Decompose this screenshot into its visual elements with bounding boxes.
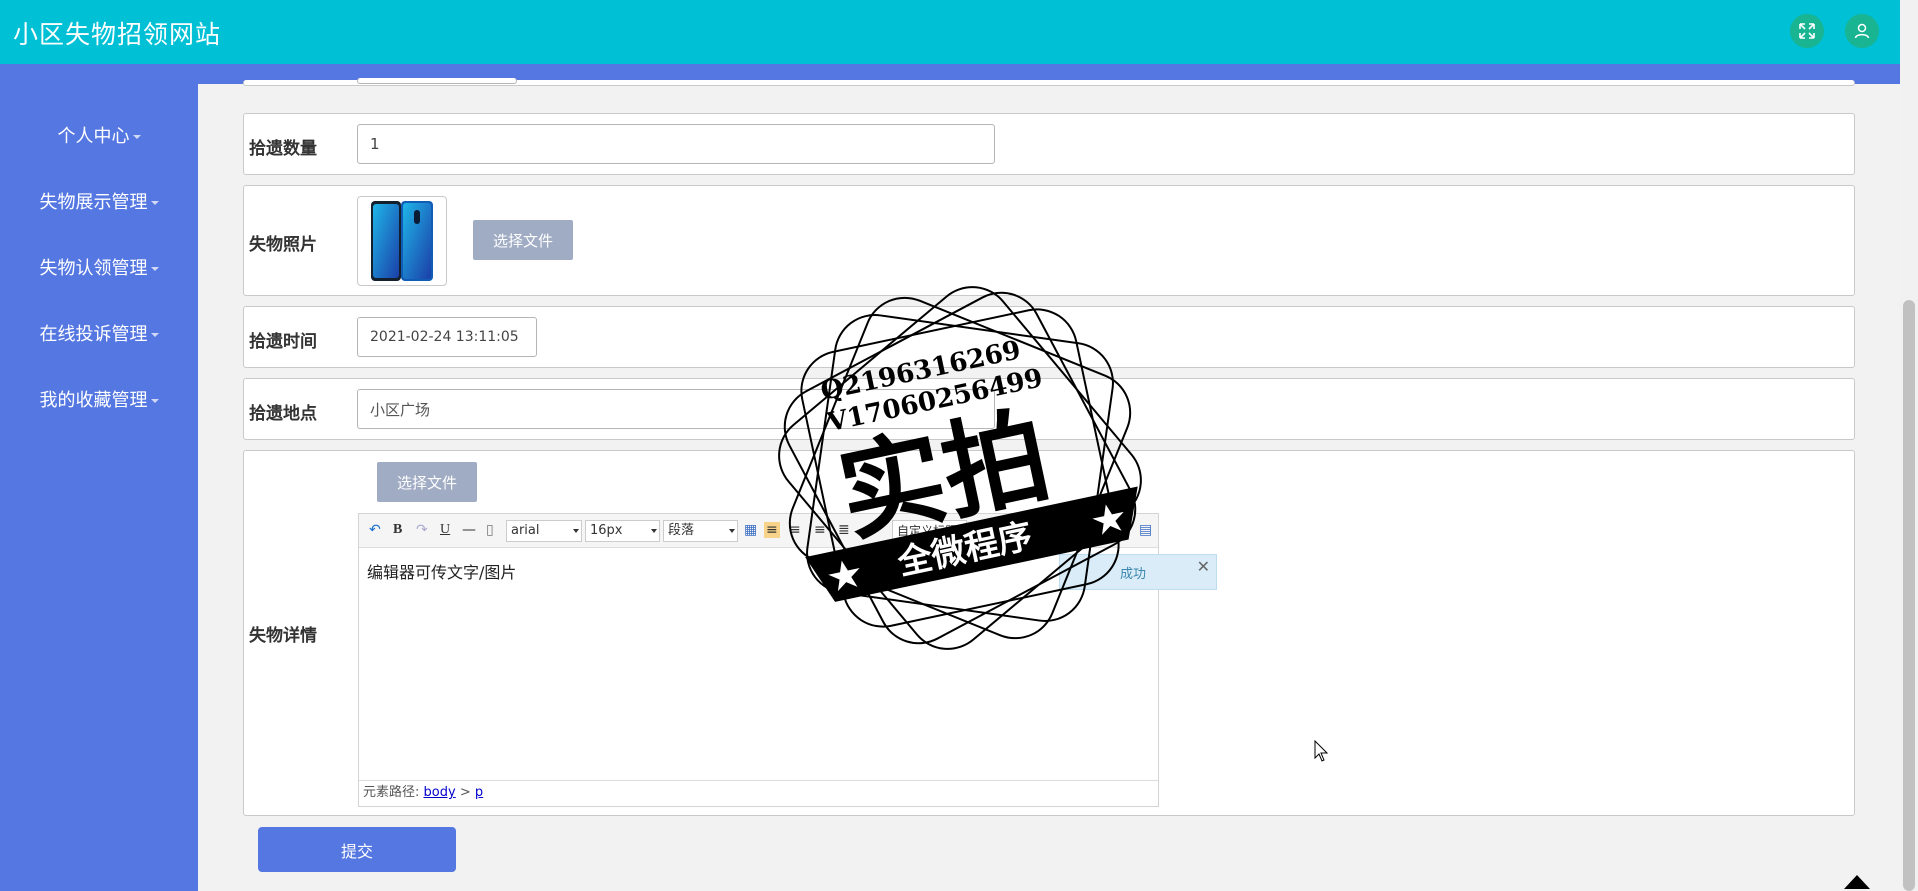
undo-icon[interactable]: ↶: [369, 522, 381, 538]
user-icon: [1854, 23, 1870, 39]
align-center-icon[interactable]: ≡: [789, 522, 801, 538]
bold-icon[interactable]: B: [393, 522, 402, 538]
paragraph-value: 段落: [668, 523, 695, 538]
sidebar-item-label: 我的收藏管理: [39, 390, 148, 411]
form-content: 拾遗数量 1 失物照片 选择文件 拾遗时间 2021-02-24 13:11:0…: [198, 78, 1900, 891]
rich-text-editor[interactable]: ↶ B ↷ U — ▯ arial 16px 段落 ▦ ≡ ≡ ≡ ≣ 自定义标…: [358, 513, 1217, 807]
path-label: 元素路径:: [363, 785, 420, 800]
form-row-clipped: [243, 78, 1855, 86]
font-size-value: 16px: [590, 523, 623, 538]
lost-item-photo[interactable]: [357, 196, 447, 286]
sidebar-item-label: 失物认领管理: [39, 258, 148, 279]
caret-down-icon: [150, 333, 159, 337]
location-value: 小区广场: [370, 400, 431, 419]
fullscreen-button[interactable]: [1790, 14, 1824, 48]
form-row-time: 拾遗时间 2021-02-24 13:11:05: [243, 306, 1855, 368]
sidebar-item-favorites[interactable]: 我的收藏管理: [0, 386, 198, 412]
caret-down-icon: [150, 267, 159, 271]
paragraph-select[interactable]: 段落: [663, 520, 738, 542]
custom-heading-select[interactable]: 自定义标题: [892, 520, 967, 542]
horizontal-rule-icon[interactable]: —: [462, 522, 476, 538]
caret-down-icon: [150, 201, 159, 205]
form-row-photo: 失物照片 选择文件: [243, 185, 1855, 296]
user-button[interactable]: [1845, 14, 1879, 48]
app-title: 小区失物招领网站: [13, 20, 222, 49]
sidebar-item-claim[interactable]: 失物认领管理: [0, 254, 198, 280]
caret-down-icon: [132, 135, 141, 139]
document-icon[interactable]: ▯: [486, 522, 494, 538]
align-justify-icon[interactable]: ≣: [838, 522, 850, 538]
sidebar-item-complaint[interactable]: 在线投诉管理: [0, 320, 198, 346]
sidebar: 个人中心 失物展示管理 失物认领管理 在线投诉管理 我的收藏管理: [0, 64, 198, 891]
sidebar-item-label: 个人中心: [57, 126, 130, 147]
top-header: 小区失物招领网站: [0, 0, 1900, 64]
custom-heading-value: 自定义标题: [897, 524, 958, 538]
notice-text: 成功: [1120, 566, 1147, 582]
time-input[interactable]: 2021-02-24 13:11:05: [357, 317, 537, 357]
underline-icon[interactable]: U: [440, 522, 450, 538]
phone-image: [371, 201, 433, 281]
fullscreen-icon: [1799, 23, 1815, 39]
time-label: 拾遗时间: [249, 332, 317, 352]
quantity-label: 拾遗数量: [249, 139, 317, 159]
path-body-link[interactable]: body: [424, 785, 456, 800]
mouse-cursor-icon: [1314, 740, 1329, 762]
upload-notice: 成功 ✕: [1059, 554, 1217, 590]
location-input[interactable]: 小区广场: [357, 389, 995, 429]
form-row-location: 拾遗地点 小区广场: [243, 378, 1855, 440]
font-family-select[interactable]: arial: [506, 520, 582, 542]
quantity-value: 1: [370, 135, 380, 153]
details-label: 失物详情: [249, 626, 317, 646]
font-family-value: arial: [511, 523, 540, 538]
quantity-input[interactable]: 1: [357, 124, 995, 164]
scrollbar-thumb[interactable]: [1903, 300, 1915, 891]
clipped-input[interactable]: [357, 78, 517, 84]
font-size-select[interactable]: 16px: [585, 520, 660, 542]
caret-down-icon: [150, 399, 159, 403]
form-row-quantity: 拾遗数量 1: [243, 113, 1855, 175]
fullscreen-editor-icon[interactable]: ▤: [1139, 522, 1152, 538]
table-icon[interactable]: ▦: [744, 522, 757, 538]
close-icon[interactable]: ✕: [1197, 557, 1210, 576]
editor-content[interactable]: 编辑器可传文字/图片: [367, 559, 516, 583]
redo-icon[interactable]: ↷: [416, 522, 428, 538]
photo-label: 失物照片: [249, 235, 317, 255]
editor-toolbar: ↶ B ↷ U — ▯ arial 16px 段落 ▦ ≡ ≡ ≡ ≣ 自定义标…: [359, 514, 1158, 548]
back-to-top-icon[interactable]: [1842, 873, 1872, 891]
path-separator: >: [459, 785, 471, 800]
element-path: 元素路径: body > p: [359, 780, 1158, 806]
details-choose-file-button[interactable]: 选择文件: [377, 462, 477, 502]
time-value: 2021-02-24 13:11:05: [370, 329, 519, 345]
sidebar-item-label: 在线投诉管理: [39, 324, 148, 345]
location-label: 拾遗地点: [249, 404, 317, 424]
photo-choose-file-button[interactable]: 选择文件: [473, 220, 573, 260]
path-p-link[interactable]: p: [475, 785, 483, 800]
sidebar-item-lost-display[interactable]: 失物展示管理: [0, 188, 198, 214]
sidebar-item-personal-center[interactable]: 个人中心: [0, 122, 198, 148]
sidebar-item-label: 失物展示管理: [39, 192, 148, 213]
align-right-icon[interactable]: ≡: [814, 522, 826, 538]
submit-button[interactable]: 提交: [258, 827, 456, 872]
align-left-icon[interactable]: ≡: [764, 522, 780, 538]
